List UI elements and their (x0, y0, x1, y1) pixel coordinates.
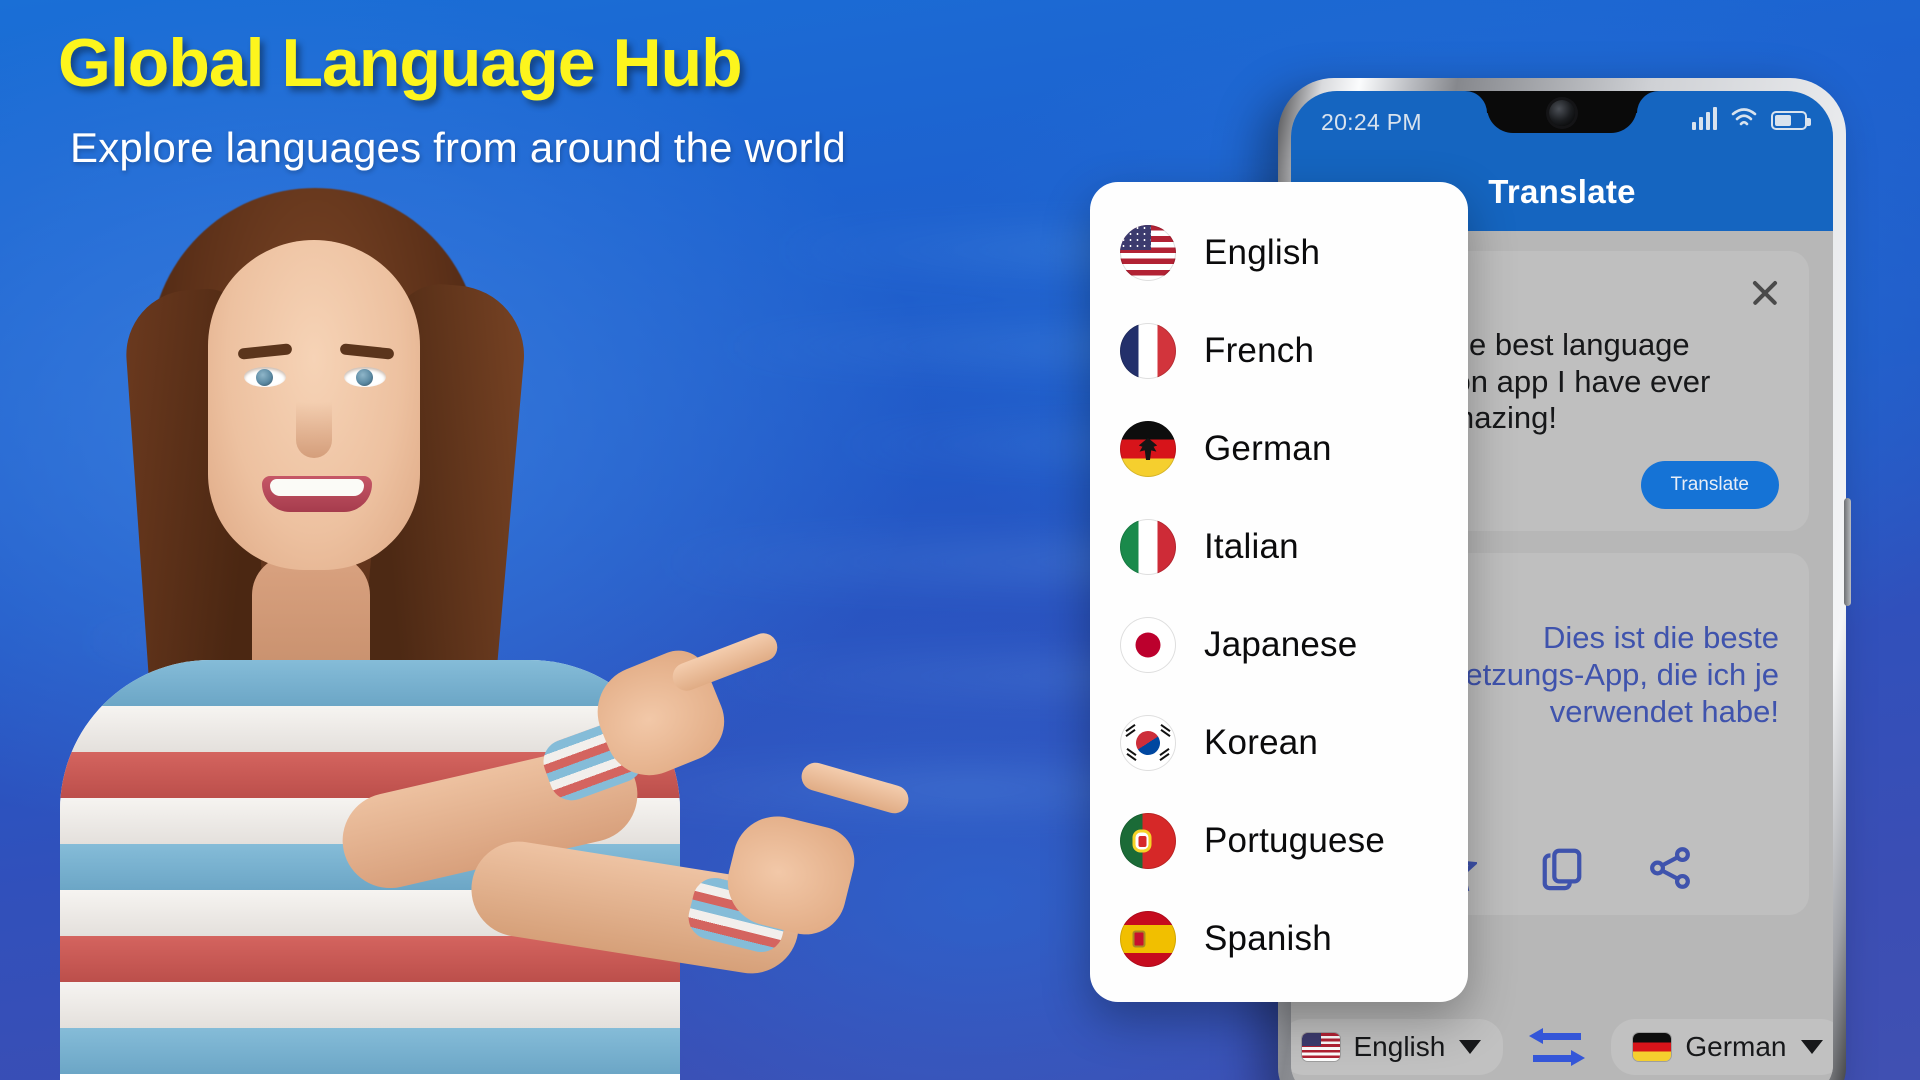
us-flag-icon (1301, 1033, 1340, 1061)
camera-notch (1487, 91, 1637, 133)
it-flag-icon (1120, 519, 1176, 575)
language-option-label: French (1204, 331, 1315, 370)
fr-flag-icon (1120, 323, 1176, 379)
promo-subheadline: Explore languages from around the world (70, 124, 846, 171)
caret-down-icon (1459, 1040, 1482, 1054)
language-option-japanese[interactable]: Japanese (1090, 596, 1468, 694)
es-flag-icon (1120, 911, 1176, 967)
status-icons (1692, 106, 1811, 130)
de-flag-icon (1120, 421, 1176, 477)
wifi-icon (1731, 108, 1757, 126)
language-option-label: Portuguese (1204, 821, 1386, 860)
translate-button[interactable]: Translate (1640, 461, 1779, 509)
source-language-label: English (1353, 1031, 1446, 1062)
language-option-label: Spanish (1204, 919, 1332, 958)
language-option-italian[interactable]: Italian (1090, 498, 1468, 596)
target-language-label: German (1685, 1031, 1787, 1062)
language-option-portuguese[interactable]: Portuguese (1090, 792, 1468, 890)
language-option-label: English (1204, 233, 1321, 272)
presenter-photo (0, 170, 940, 1080)
share-icon[interactable] (1647, 845, 1693, 891)
status-clock: 20:24 PM (1321, 109, 1422, 135)
signal-bars-icon (1692, 106, 1717, 130)
caret-down-icon (1800, 1040, 1823, 1054)
us-flag-icon (1120, 225, 1176, 281)
target-language-picker[interactable]: German (1611, 1019, 1833, 1075)
source-language-picker[interactable]: English (1291, 1019, 1504, 1075)
copy-icon[interactable] (1539, 845, 1585, 891)
language-option-label: Korean (1204, 723, 1319, 762)
status-bar: 20:24 PM (1291, 91, 1833, 153)
language-option-label: Japanese (1204, 625, 1358, 664)
power-button[interactable] (1844, 498, 1851, 606)
language-option-french[interactable]: French (1090, 302, 1468, 400)
language-selection-bar: English German (1291, 999, 1833, 1080)
battery-icon (1771, 111, 1811, 130)
language-option-label: German (1204, 429, 1332, 468)
language-option-korean[interactable]: Korean (1090, 694, 1468, 792)
language-option-spanish[interactable]: Spanish (1090, 890, 1468, 988)
close-icon[interactable] (1743, 271, 1785, 313)
jp-flag-icon (1120, 617, 1176, 673)
kr-flag-icon (1120, 715, 1176, 771)
language-dropdown-panel[interactable]: English French German Italian Japanese K… (1090, 182, 1468, 1002)
language-option-english[interactable]: English (1090, 204, 1468, 302)
pt-flag-icon (1120, 813, 1176, 869)
swap-arrows-icon[interactable] (1529, 1028, 1586, 1066)
language-option-german[interactable]: German (1090, 400, 1468, 498)
language-option-label: Italian (1204, 527, 1299, 566)
promo-headline: Global Language Hub (58, 25, 743, 101)
front-camera-icon (1549, 100, 1575, 126)
de-flag-icon (1633, 1033, 1672, 1061)
